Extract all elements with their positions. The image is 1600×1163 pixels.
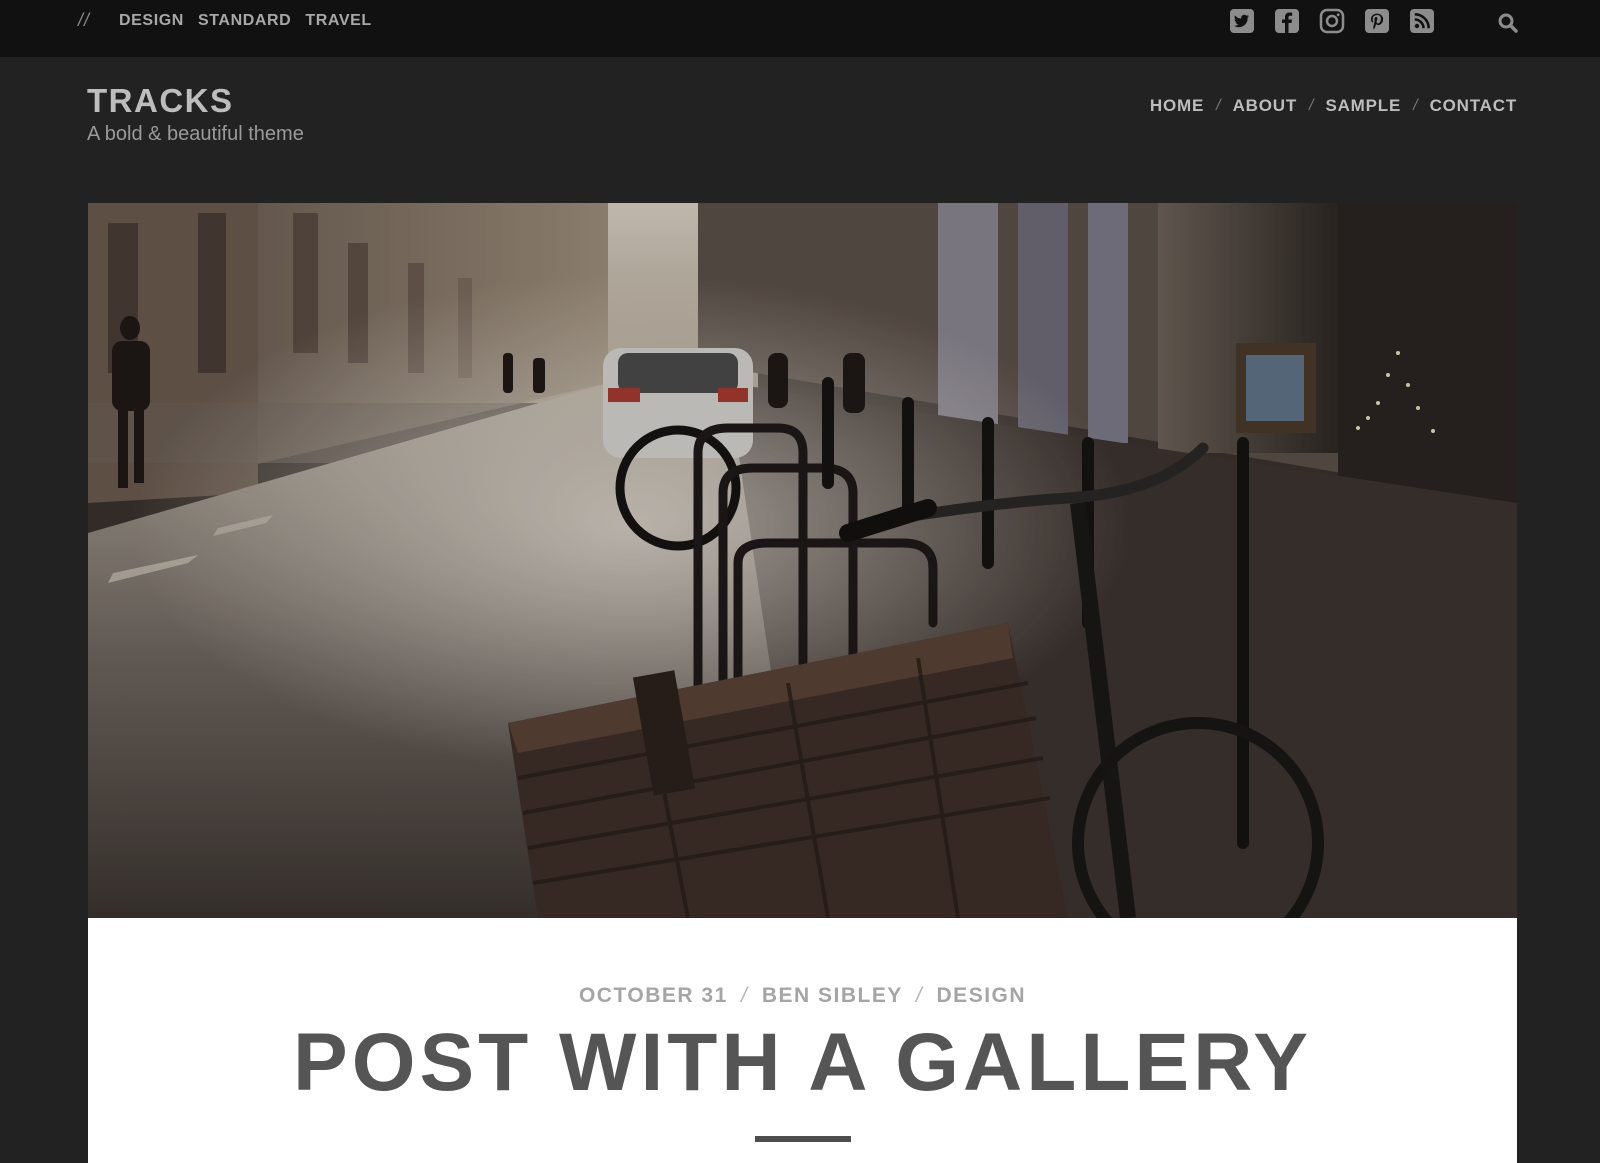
post-card: OCTOBER 31 / BEN SIBLEY / DESIGN POST WI… bbox=[88, 918, 1517, 1163]
nav-item-home[interactable]: HOME bbox=[1150, 96, 1204, 116]
primary-menu: HOME / ABOUT / SAMPLE / CONTACT bbox=[1150, 96, 1517, 116]
post-category-link[interactable]: DESIGN bbox=[937, 984, 1027, 1007]
meta-separator: / bbox=[915, 984, 924, 1007]
post-date: OCTOBER 31 bbox=[578, 984, 728, 1007]
top-bar: // DESIGN STANDARD TRAVEL bbox=[0, 0, 1600, 57]
category-link-travel[interactable]: TRAVEL bbox=[305, 12, 371, 30]
category-link-design[interactable]: DESIGN bbox=[119, 12, 184, 30]
post-meta: OCTOBER 31 / BEN SIBLEY / DESIGN bbox=[88, 984, 1517, 1008]
category-link-standard[interactable]: STANDARD bbox=[198, 12, 291, 30]
nav-item-sample[interactable]: SAMPLE bbox=[1325, 96, 1401, 116]
title-divider bbox=[755, 1136, 851, 1142]
post-author-link[interactable]: BEN SIBLEY bbox=[762, 984, 903, 1007]
nav-item-about[interactable]: ABOUT bbox=[1233, 96, 1297, 116]
rss-icon[interactable] bbox=[1409, 8, 1435, 34]
category-menu: DESIGN STANDARD TRAVEL bbox=[119, 12, 372, 30]
facebook-icon[interactable] bbox=[1274, 8, 1300, 34]
nav-item-contact[interactable]: CONTACT bbox=[1430, 96, 1517, 116]
nav-separator: / bbox=[1309, 97, 1314, 114]
meta-separator: / bbox=[741, 984, 749, 1007]
post-title[interactable]: POST WITH A GALLERY bbox=[88, 1017, 1517, 1108]
twitter-icon[interactable] bbox=[1229, 8, 1255, 34]
search-icon[interactable] bbox=[1497, 12, 1519, 34]
nav-separator: / bbox=[1413, 97, 1418, 114]
street-bicycle-photo bbox=[88, 203, 1517, 918]
site-title[interactable]: TRACKS bbox=[87, 84, 234, 117]
nav-separator: / bbox=[1216, 97, 1221, 114]
top-bar-slashes: // bbox=[78, 10, 91, 30]
featured-image[interactable] bbox=[88, 203, 1517, 918]
pinterest-icon[interactable] bbox=[1364, 8, 1390, 34]
instagram-icon[interactable] bbox=[1319, 8, 1345, 34]
site-tagline: A bold & beautiful theme bbox=[87, 123, 304, 145]
social-icons bbox=[1229, 8, 1435, 34]
